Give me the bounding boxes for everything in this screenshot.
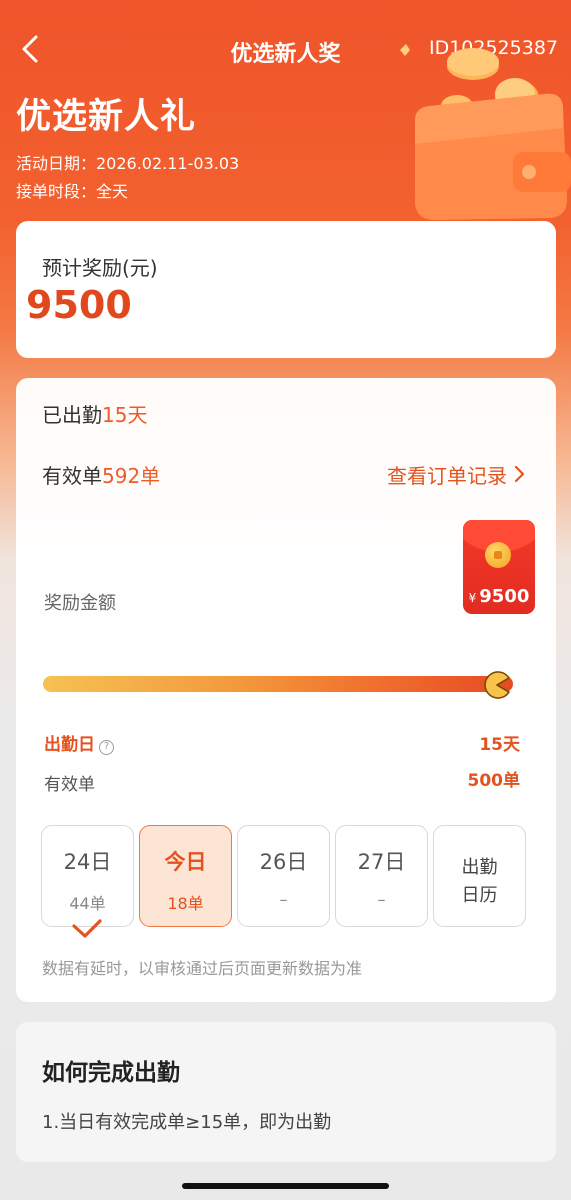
valid-orders-label: 有效单 — [44, 775, 95, 795]
day-count: – — [279, 890, 288, 909]
attendance-rule: 1.当日有效完成单≥15单，即为出勤 — [42, 1112, 332, 1133]
valid-value: 592单 — [102, 464, 161, 488]
view-order-records-link[interactable]: 查看订单记录 — [387, 460, 525, 489]
attended-value: 15天 — [102, 403, 148, 427]
home-indicator[interactable] — [182, 1183, 389, 1189]
red-packet: ¥9500 — [463, 520, 535, 614]
calendar-line1: 出勤 — [461, 857, 498, 878]
day-label: 今日 — [164, 850, 207, 874]
attended-prefix: 已出勤 — [42, 403, 102, 427]
progress-pacman-icon — [484, 671, 510, 699]
calendar-line2: 日历 — [461, 885, 498, 906]
day-cell-24[interactable]: 24日 44单 — [41, 825, 134, 927]
page-title: 优选新人礼 — [16, 97, 197, 137]
coin-icon — [485, 542, 511, 568]
day-count: – — [377, 890, 386, 909]
attend-day-value: 15天 — [479, 735, 520, 755]
attend-day-text: 出勤日 — [44, 735, 95, 755]
header: 优选新人奖 ID102525387 优选新人礼 活动日期：2026.02.11-… — [0, 0, 571, 220]
checkmark-icon — [72, 919, 102, 938]
day-cell-27[interactable]: 27日 – — [335, 825, 428, 927]
reward-amount: 9500 — [26, 283, 132, 327]
yen-symbol: ¥ — [468, 591, 477, 605]
activity-date: 活动日期：2026.02.11-03.03 — [16, 154, 240, 173]
order-period: 接单时段：全天 — [16, 182, 129, 201]
how-title: 如何完成出勤 — [42, 1060, 180, 1086]
valid-prefix: 有效单 — [42, 464, 102, 488]
how-to-attend-card: 如何完成出勤 1.当日有效完成单≥15单，即为出勤 — [16, 1022, 556, 1162]
day-cell-today[interactable]: 今日 18单 — [139, 825, 232, 927]
chevron-right-icon — [514, 465, 525, 483]
attendance-calendar-button[interactable]: 出勤 日历 — [433, 825, 526, 927]
red-packet-value: 9500 — [479, 586, 530, 607]
valid-orders-summary: 有效单592单 — [42, 460, 160, 489]
day-cell-26[interactable]: 26日 – — [237, 825, 330, 927]
order-link-label: 查看订单记录 — [387, 464, 507, 488]
attended-days: 已出勤15天 — [42, 399, 147, 428]
question-circle-icon[interactable]: ? — [99, 740, 114, 755]
day-label: 26日 — [259, 850, 308, 874]
valid-orders-value: 500单 — [467, 771, 521, 791]
day-label: 24日 — [63, 850, 112, 874]
reward-amount-label: 奖励金额 — [44, 593, 116, 614]
day-label: 27日 — [357, 850, 406, 874]
red-packet-amount: ¥9500 — [463, 586, 535, 607]
day-count: 18单 — [167, 894, 204, 913]
day-count: 44单 — [69, 894, 106, 913]
reward-label: 预计奖励(元) — [42, 256, 158, 280]
progress-bar — [43, 676, 513, 692]
data-delay-note: 数据有延时，以审核通过后页面更新数据为准 — [42, 959, 363, 978]
progress-card: 已出勤15天 有效单592单 查看订单记录 奖励金额 ¥9500 出勤日? 15… — [16, 378, 556, 1002]
wallet-coins-illustration — [400, 44, 571, 220]
attend-day-label: 出勤日? — [44, 730, 114, 755]
